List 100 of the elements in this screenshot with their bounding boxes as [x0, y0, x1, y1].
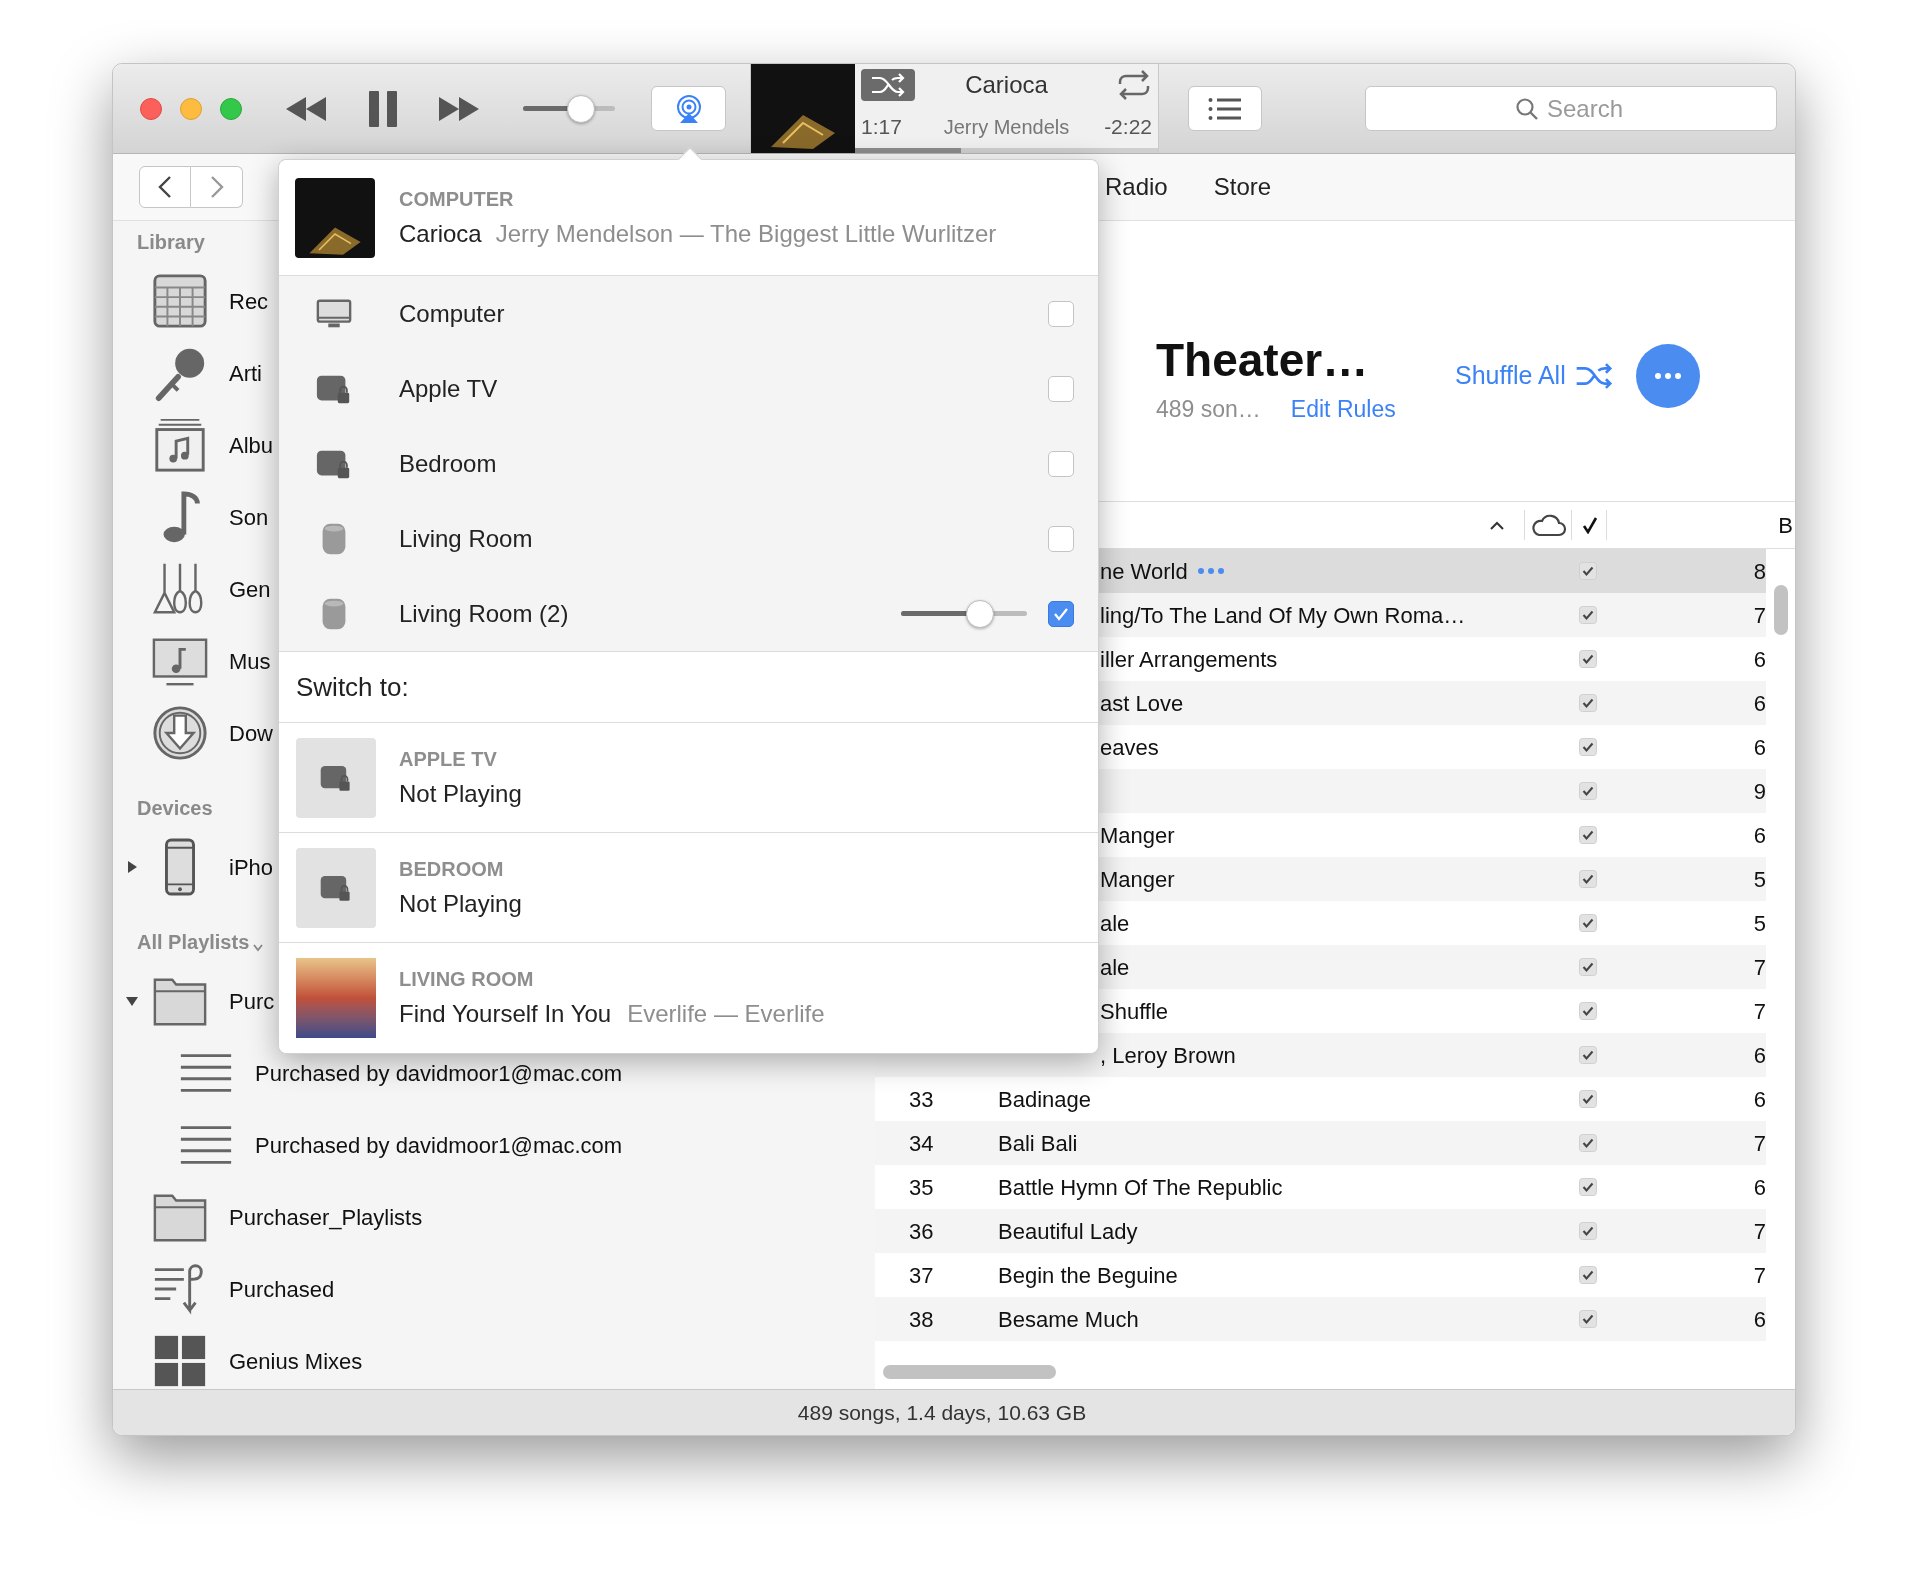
disclosure-triangle-icon[interactable] — [126, 861, 138, 873]
table-cell: 7 — [1753, 998, 1766, 1024]
scrollbar-thumb[interactable] — [883, 1365, 1056, 1379]
calendar-icon — [151, 272, 209, 330]
disclosure-triangle-icon[interactable] — [126, 995, 138, 1007]
slider-thumb[interactable] — [566, 94, 595, 123]
song-name: ast Love — [1100, 689, 1184, 718]
song-name: eaves — [1100, 733, 1159, 762]
search-icon — [1515, 96, 1539, 121]
shuffle-all-button[interactable]: Shuffle All — [1455, 357, 1614, 395]
table-cell: 6 — [1753, 1174, 1766, 1200]
table-cell: 6 — [1753, 1042, 1766, 1068]
checkmark-icon[interactable] — [1582, 516, 1598, 534]
volume-slider[interactable] — [523, 94, 615, 123]
sidebar-item[interactable]: Purc — [229, 984, 275, 1018]
table-row[interactable]: 36 Beautiful Lady 7 — [875, 1209, 1766, 1253]
track-number: 34 — [909, 1130, 934, 1156]
shuffle-button[interactable] — [861, 69, 915, 101]
table-cell: 7 — [1753, 602, 1766, 628]
sidebar-item[interactable]: Albu — [229, 428, 274, 462]
table-row[interactable]: 38 Besame Much 6 — [875, 1297, 1766, 1341]
device-name: Living Room (2) — [399, 598, 570, 629]
sidebar-item[interactable]: Mus — [229, 644, 271, 678]
nav-tab[interactable]: Radio — [1105, 169, 1168, 205]
checkbox[interactable] — [1048, 525, 1074, 552]
search-field[interactable]: Search — [1547, 90, 1627, 127]
table-cell: 8 — [1753, 558, 1766, 584]
column-header[interactable]: B — [1778, 508, 1795, 542]
pause-icon[interactable] — [367, 88, 399, 129]
checkbox[interactable] — [1048, 300, 1074, 327]
scrollbar-thumb[interactable] — [1774, 585, 1788, 635]
chevron-down-icon[interactable] — [253, 944, 264, 952]
switch-target[interactable]: BEDROOM Not Playing — [279, 833, 1098, 943]
song-title: Carioca — [399, 218, 482, 249]
table-cell: 6 — [1753, 646, 1766, 672]
checkmark-icon — [1053, 606, 1069, 621]
table-cell: 7 — [1753, 1218, 1766, 1244]
cloud-icon[interactable] — [1531, 513, 1567, 537]
sidebar-item[interactable]: iPho — [229, 850, 274, 884]
song-name: Shuffle — [1100, 997, 1169, 1026]
sidebar-item[interactable]: Purchased — [229, 1272, 335, 1306]
edit-rules-link[interactable]: Edit Rules — [1290, 392, 1396, 427]
table-cell: 9 — [1753, 778, 1766, 804]
sidebar-item[interactable]: Purchased by davidmoor1@mac.com — [255, 1056, 623, 1090]
sidebar-item[interactable]: Genius Mixes — [229, 1344, 363, 1378]
repeat-icon[interactable] — [1116, 70, 1152, 100]
song-title: Carioca — [964, 70, 1049, 100]
download-icon — [151, 704, 209, 762]
device-label: LIVING ROOM — [399, 967, 535, 992]
playlist-title: Theater… — [1156, 335, 1370, 387]
sidebar-item[interactable]: Gen — [229, 572, 271, 606]
switch-target[interactable]: LIVING ROOM Find Yourself In You Everlife — Everlife — [279, 943, 1098, 1053]
table-cell: 6 — [1753, 1086, 1766, 1112]
sidebar-item[interactable]: Purchased by davidmoor1@mac.com — [255, 1128, 623, 1162]
switch-target[interactable]: APPLE TV Not Playing — [279, 723, 1098, 833]
table-cell: 7 — [1753, 1262, 1766, 1288]
sidebar-item[interactable]: Arti — [229, 356, 262, 390]
table-cell: 6 — [1753, 734, 1766, 760]
up-next-button[interactable] — [1188, 86, 1262, 131]
table-cell: 6 — [1753, 690, 1766, 716]
song-name: iller Arrangements — [1100, 645, 1278, 674]
rewind-icon[interactable] — [284, 94, 328, 123]
sort-caret-icon[interactable] — [1490, 520, 1504, 530]
close-button[interactable] — [140, 97, 162, 120]
song-name: Beautiful Lady — [998, 1217, 1138, 1246]
sidebar-item[interactable]: Rec — [229, 284, 269, 318]
nav-tab[interactable]: Store — [1213, 169, 1272, 205]
track-number: 36 — [909, 1218, 934, 1244]
device-name: Computer — [399, 298, 506, 329]
checkbox[interactable] — [1048, 375, 1074, 402]
shuffle-icon — [870, 73, 906, 97]
track-number: 38 — [909, 1306, 934, 1332]
device-label: BEDROOM — [399, 856, 505, 882]
track-number: 33 — [909, 1086, 934, 1112]
song-name: Battle Hymn Of The Republic — [998, 1173, 1283, 1202]
sidebar-item[interactable]: Son — [229, 500, 269, 534]
section-heading: Library — [137, 230, 205, 255]
sidebar-item[interactable]: Dow — [229, 716, 273, 750]
song-name: Manger — [1100, 821, 1175, 850]
song-subtitle: Everlife — Everlife — [627, 999, 825, 1029]
song-subtitle: Jerry Mendelson — The Biggest Little Wurlitzer — [495, 218, 997, 249]
checkbox[interactable] — [1048, 600, 1074, 627]
song-name: Besame Much — [998, 1305, 1139, 1334]
source-label: COMPUTER — [399, 186, 515, 212]
remaining-time: -2:22 — [1103, 114, 1152, 141]
table-cell: 5 — [1753, 910, 1766, 936]
section-heading: Devices — [137, 796, 213, 821]
table-row[interactable]: 34 Bali Bali 7 — [875, 1121, 1766, 1165]
fast-forward-icon[interactable] — [437, 94, 481, 123]
table-cell: 7 — [1753, 954, 1766, 980]
song-name: , Leroy Brown — [1100, 1041, 1236, 1070]
volume-slider[interactable] — [901, 599, 1027, 628]
chevron-right-icon — [209, 175, 224, 199]
checkbox[interactable] — [1048, 450, 1074, 477]
airplay-button[interactable] — [651, 86, 726, 131]
sidebar-item[interactable]: Purchaser_Playlists — [229, 1200, 423, 1234]
track-number: 37 — [909, 1262, 934, 1288]
slider-thumb[interactable] — [966, 599, 995, 628]
back-button[interactable] — [139, 166, 191, 208]
song-name: ale — [1100, 953, 1130, 982]
